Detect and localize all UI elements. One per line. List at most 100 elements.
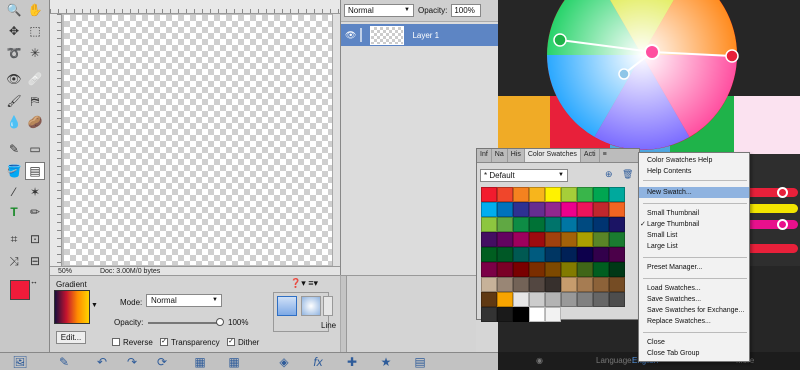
favorites-icon[interactable]: ★	[374, 354, 398, 370]
opacity-slider-track[interactable]	[148, 322, 222, 324]
color-swatch[interactable]	[577, 187, 593, 202]
color-swatch[interactable]	[529, 187, 545, 202]
color-swatch[interactable]	[513, 307, 529, 322]
color-swatch[interactable]	[481, 277, 497, 292]
color-swatch[interactable]	[513, 202, 529, 217]
color-swatch[interactable]	[529, 202, 545, 217]
tab-color-swatches[interactable]: Color Swatches	[524, 149, 581, 162]
color-swatch[interactable]	[481, 292, 497, 307]
new-swatch-icon[interactable]: ⊕	[605, 169, 613, 180]
color-swatch[interactable]	[529, 217, 545, 232]
color-swatch[interactable]	[545, 307, 561, 322]
color-swatch[interactable]	[529, 247, 545, 262]
color-swatch[interactable]	[513, 232, 529, 247]
crop-icon[interactable]: ⌗	[4, 230, 24, 248]
sponge-icon[interactable]: 🥔	[25, 113, 45, 131]
menu-item-small-list[interactable]: Small List	[639, 230, 749, 241]
color-swatch[interactable]	[545, 277, 561, 292]
color-swatch[interactable]	[609, 292, 625, 307]
color-swatch[interactable]	[577, 277, 593, 292]
color-swatch[interactable]	[513, 217, 529, 232]
layer-opacity-field[interactable]: 100%	[451, 4, 482, 17]
menu-item-replace-swatches[interactable]: Replace Swatches...	[639, 316, 749, 327]
color-swatch[interactable]	[577, 232, 593, 247]
color-swatch[interactable]	[561, 262, 577, 277]
undo-icon[interactable]: ↶	[90, 354, 114, 370]
color-swatch[interactable]	[561, 202, 577, 217]
menu-item-close[interactable]: Close	[639, 337, 749, 348]
slider-handle[interactable]	[777, 219, 788, 230]
color-swatch[interactable]	[497, 262, 513, 277]
panel-menu-icon[interactable]: ≡	[600, 149, 610, 162]
color-swatch[interactable]	[577, 217, 593, 232]
clone-stamp-icon[interactable]: ⛿	[25, 92, 45, 110]
color-swatch[interactable]	[561, 277, 577, 292]
color-wheel[interactable]	[542, 0, 742, 150]
color-swatch[interactable]	[593, 262, 609, 277]
color-swatch[interactable]	[577, 262, 593, 277]
smart-brush-icon[interactable]: 🖌	[4, 92, 24, 110]
eraser-icon[interactable]: ▭	[25, 140, 45, 158]
color-swatch[interactable]	[577, 202, 593, 217]
opacity-slider-handle[interactable]	[216, 318, 224, 326]
content-aware-move-icon[interactable]: ⤨	[4, 252, 24, 270]
color-swatch[interactable]	[481, 217, 497, 232]
spot-heal-icon[interactable]: 🩹	[25, 70, 45, 88]
color-swatch[interactable]	[609, 202, 625, 217]
link-icon[interactable]	[360, 28, 363, 42]
color-swatch[interactable]	[529, 232, 545, 247]
menu-item-close-tab-group[interactable]: Close Tab Group	[639, 348, 749, 359]
tab-histogram[interactable]: His	[508, 149, 525, 162]
color-swatch[interactable]	[577, 292, 593, 307]
color-swatch[interactable]	[545, 292, 561, 307]
straighten-icon[interactable]: ⊟	[25, 252, 45, 270]
color-swatch[interactable]	[593, 187, 609, 202]
gradient-tool-icon[interactable]: ▤	[25, 162, 45, 180]
color-swatch[interactable]	[497, 232, 513, 247]
strip-swatch[interactable]	[734, 96, 800, 154]
color-swatch[interactable]	[545, 202, 561, 217]
color-swatch[interactable]	[609, 277, 625, 292]
radial-gradient-button[interactable]	[301, 296, 321, 316]
color-swatch[interactable]	[593, 232, 609, 247]
menu-item-small-thumbnail[interactable]: Small Thumbnail	[639, 208, 749, 219]
chevron-down-icon[interactable]: ▼	[91, 302, 98, 309]
menu-item-large-thumbnail[interactable]: Large Thumbnail	[639, 219, 749, 230]
tab-info[interactable]: Inf	[477, 149, 492, 162]
paint-bucket-icon[interactable]: 🪣	[4, 162, 24, 180]
color-swatch[interactable]	[561, 187, 577, 202]
eye-icon[interactable]: ◉	[536, 352, 543, 370]
layer-name[interactable]: Layer 1	[412, 31, 439, 40]
zoom-icon[interactable]: 🔍	[4, 1, 24, 19]
color-swatch[interactable]	[561, 292, 577, 307]
color-swatch[interactable]	[481, 202, 497, 217]
magic-wand-icon[interactable]: ✳	[25, 44, 45, 62]
tool-options-icon[interactable]: ✎	[52, 354, 76, 370]
color-swatch[interactable]	[513, 262, 529, 277]
color-swatch[interactable]	[561, 232, 577, 247]
color-swatch[interactable]	[545, 262, 561, 277]
preset-select[interactable]: * Default ▼	[480, 169, 568, 182]
document-canvas[interactable]	[64, 15, 332, 265]
move-tool-icon[interactable]: ✥	[4, 22, 24, 40]
menu-item-large-list[interactable]: Large List	[639, 241, 749, 252]
color-swatch[interactable]	[481, 232, 497, 247]
menu-item-help-contents[interactable]: Help Contents	[639, 166, 749, 177]
gradient-picker[interactable]	[54, 290, 90, 324]
color-swatch[interactable]	[529, 277, 545, 292]
color-swatch[interactable]	[529, 292, 545, 307]
menu-item-save-swatches[interactable]: Save Swatches...	[639, 294, 749, 305]
color-swatch[interactable]	[481, 247, 497, 262]
linear-gradient-button[interactable]	[277, 296, 297, 316]
more-panels-icon[interactable]: ▤	[408, 354, 432, 370]
color-swatch[interactable]	[545, 217, 561, 232]
vertical-scrollbar[interactable]	[332, 14, 340, 268]
color-swatch[interactable]	[545, 187, 561, 202]
menu-item-load-swatches[interactable]: Load Swatches...	[639, 283, 749, 294]
menu-item-new-swatch[interactable]: New Swatch...	[639, 187, 749, 198]
color-swatch[interactable]	[497, 217, 513, 232]
color-swatch[interactable]	[609, 262, 625, 277]
color-swatch[interactable]	[545, 232, 561, 247]
effects-icon[interactable]: fx	[306, 354, 330, 370]
color-swatch[interactable]	[609, 217, 625, 232]
